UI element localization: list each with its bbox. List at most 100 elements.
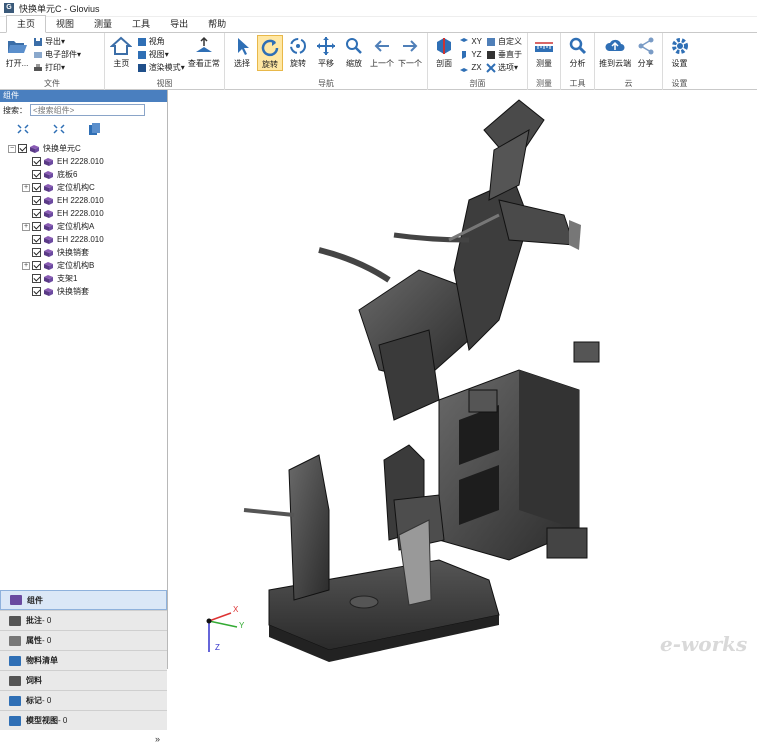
rotate-icon bbox=[261, 39, 279, 57]
tab-help[interactable]: 帮助 bbox=[198, 16, 236, 32]
tree-item[interactable]: 支架1 bbox=[0, 272, 167, 285]
settings-group-label: 设置 bbox=[671, 79, 688, 88]
tree-item[interactable]: 快换销套 bbox=[0, 246, 167, 259]
share-button[interactable]: 分享 bbox=[633, 35, 658, 69]
bottom-tab[interactable]: 组件 bbox=[0, 590, 167, 610]
select-button[interactable]: 选择 bbox=[229, 35, 255, 69]
bottom-tab[interactable]: 属性 - 0 bbox=[0, 630, 167, 650]
section-zx-button[interactable]: ZX bbox=[459, 61, 482, 74]
cloud-group-label: 云 bbox=[624, 79, 633, 88]
next-button[interactable]: 下一个 bbox=[397, 35, 423, 69]
viewangle-button[interactable]: 视角 bbox=[137, 35, 185, 48]
axis-x-label: X bbox=[233, 605, 239, 614]
visibility-checkbox[interactable] bbox=[32, 209, 41, 218]
bottom-tab[interactable]: 批注 - 0 bbox=[0, 610, 167, 630]
visibility-checkbox[interactable] bbox=[32, 222, 41, 231]
tree-item-label: 定位机构C bbox=[57, 183, 95, 192]
bom-icon bbox=[9, 655, 21, 666]
tree-item[interactable]: EH 2228.010 bbox=[0, 194, 167, 207]
tree-item[interactable]: EH 2228.010 bbox=[0, 233, 167, 246]
section-icon bbox=[437, 38, 452, 54]
bottom-tab-label: 标记 bbox=[26, 696, 42, 705]
tab-measure[interactable]: 测量 bbox=[84, 16, 122, 32]
bottom-tab[interactable]: 物料清单 bbox=[0, 650, 167, 670]
visibility-checkbox[interactable] bbox=[32, 183, 41, 192]
bottom-tab[interactable]: 模型视图 - 0 bbox=[0, 710, 167, 730]
visibility-checkbox[interactable] bbox=[32, 274, 41, 283]
expander-icon[interactable]: + bbox=[22, 183, 30, 192]
plane-xy-icon bbox=[460, 37, 469, 42]
section-button[interactable]: 剖面 bbox=[432, 35, 456, 69]
print-button[interactable]: 打印 ▾ bbox=[33, 61, 81, 74]
pan-button[interactable]: 平移 bbox=[313, 35, 339, 69]
rotate-free-label: 旋转 bbox=[290, 59, 306, 68]
collapse-all-icon[interactable] bbox=[52, 123, 66, 135]
tree-item[interactable]: + 定位机构B bbox=[0, 259, 167, 272]
visibility-checkbox[interactable] bbox=[32, 196, 41, 205]
search-input[interactable] bbox=[30, 104, 145, 116]
tree-item[interactable]: EH 2228.010 bbox=[0, 155, 167, 168]
copy-icon[interactable] bbox=[88, 122, 102, 136]
render-label: 渲染模式 bbox=[148, 63, 181, 72]
tree-item[interactable]: 底板6 bbox=[0, 168, 167, 181]
folder-open-icon bbox=[8, 41, 27, 53]
expand-all-icon[interactable] bbox=[16, 123, 30, 135]
visibility-checkbox[interactable] bbox=[32, 157, 41, 166]
bottom-tab-label: 批注 bbox=[26, 616, 42, 625]
search-label: 搜索： bbox=[3, 105, 27, 115]
open-label: 打开... bbox=[5, 59, 29, 68]
push-cloud-button[interactable]: 推到云端 bbox=[599, 35, 631, 69]
home-button[interactable]: 主页 bbox=[109, 35, 134, 69]
visibility-checkbox[interactable] bbox=[32, 248, 41, 257]
zoom-button[interactable]: 缩放 bbox=[341, 35, 367, 69]
measure-label: 测量 bbox=[536, 59, 552, 68]
tree-item[interactable]: 快换销套 bbox=[0, 285, 167, 298]
section-group-label: 剖面 bbox=[469, 79, 486, 88]
tree-item[interactable]: EH 2228.010 bbox=[0, 207, 167, 220]
open-button[interactable]: 打开... bbox=[4, 35, 30, 69]
panel-header: 组件 bbox=[0, 90, 167, 102]
bottom-tab[interactable]: 饲料 bbox=[0, 670, 167, 690]
settings-button[interactable]: 设置 bbox=[667, 35, 692, 69]
expander-icon[interactable]: − bbox=[8, 144, 16, 153]
ecomponent-button[interactable]: 电子部件 ▾ bbox=[33, 48, 81, 61]
visibility-checkbox[interactable] bbox=[32, 235, 41, 244]
previous-button[interactable]: 上一个 bbox=[369, 35, 395, 69]
visibility-checkbox[interactable] bbox=[32, 287, 41, 296]
section-yz-button[interactable]: YZ bbox=[459, 48, 482, 61]
watermark-logo: e-works bbox=[660, 632, 748, 656]
part-icon bbox=[44, 158, 53, 166]
perpendicular-button[interactable]: 垂直于 bbox=[486, 48, 522, 61]
tab-tools[interactable]: 工具 bbox=[122, 16, 160, 32]
axis-y-label: Y bbox=[239, 621, 245, 630]
section-xy-button[interactable]: XY bbox=[459, 35, 482, 48]
tab-home[interactable]: 主页 bbox=[6, 15, 47, 33]
tab-view[interactable]: 视图 bbox=[46, 16, 84, 32]
printer-icon bbox=[34, 63, 42, 71]
rotate-button[interactable]: 旋转 bbox=[257, 35, 283, 71]
analyze-button[interactable]: 分析 bbox=[565, 35, 590, 69]
tree-item[interactable]: − 快换单元C bbox=[0, 142, 167, 155]
rotate-free-button[interactable]: 旋转 bbox=[285, 35, 311, 69]
expander-icon[interactable]: + bbox=[22, 261, 30, 270]
front-view-button[interactable]: 查看正常 bbox=[188, 35, 220, 69]
tree-item[interactable]: + 定位机构C bbox=[0, 181, 167, 194]
section-xy-label: XY bbox=[471, 37, 482, 46]
section-options-button[interactable]: 选项 ▾ bbox=[486, 61, 522, 74]
bottom-tab[interactable]: 标记 - 0 bbox=[0, 690, 167, 710]
measure-button[interactable]: 测量 bbox=[532, 35, 556, 69]
3d-viewport[interactable]: X Y Z bbox=[169, 90, 757, 669]
views-button[interactable]: 视图 ▾ bbox=[137, 48, 185, 61]
collapse-panel-button[interactable]: » bbox=[155, 734, 160, 744]
part-icon bbox=[44, 210, 53, 218]
render-button[interactable]: 渲染模式 ▾ bbox=[137, 61, 185, 74]
custom-section-button[interactable]: 自定义 bbox=[486, 35, 522, 48]
bottom-tab-label: 物料清单 bbox=[26, 656, 58, 665]
expander-icon[interactable]: + bbox=[22, 222, 30, 231]
visibility-checkbox[interactable] bbox=[18, 144, 27, 153]
export-button[interactable]: 导出 ▾ bbox=[33, 35, 81, 48]
tab-export[interactable]: 导出 bbox=[160, 16, 198, 32]
tree-item[interactable]: + 定位机构A bbox=[0, 220, 167, 233]
visibility-checkbox[interactable] bbox=[32, 170, 41, 179]
visibility-checkbox[interactable] bbox=[32, 261, 41, 270]
